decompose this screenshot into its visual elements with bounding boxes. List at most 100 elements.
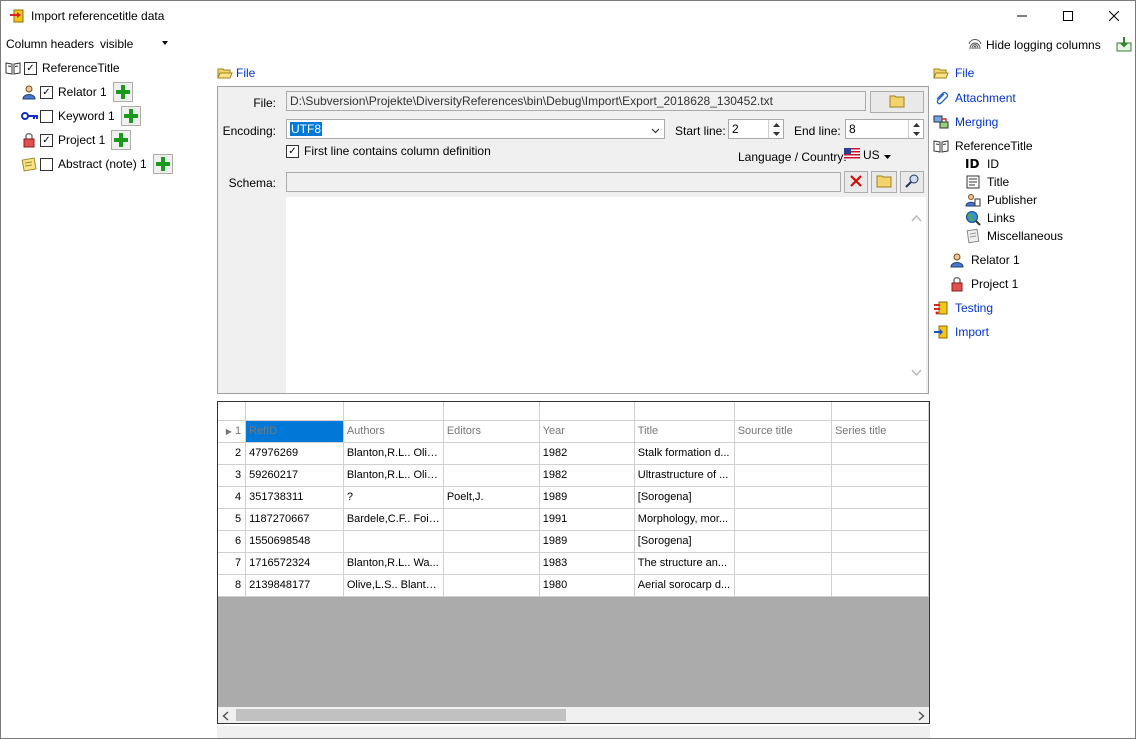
hide-logging-button[interactable]: Hide logging columns: [967, 36, 1101, 54]
open-schema-button[interactable]: [871, 171, 897, 193]
tree-item-checkbox[interactable]: ✓: [24, 61, 37, 75]
grid-cell[interactable]: 1983: [539, 552, 635, 575]
scroll-right-icon[interactable]: [918, 710, 925, 724]
spin-buttons[interactable]: [908, 120, 923, 138]
maximize-button[interactable]: [1045, 1, 1091, 31]
grid-cell[interactable]: 1550698548: [245, 530, 344, 553]
grid-cell[interactable]: [831, 442, 929, 465]
grid-cell[interactable]: Morphology, mor...: [634, 508, 735, 531]
export-icon[interactable]: [1115, 35, 1133, 53]
close-button[interactable]: [1091, 1, 1136, 31]
grid-cell[interactable]: 59260217: [245, 464, 344, 487]
grid-cell[interactable]: 1989: [539, 530, 635, 553]
browse-file-button[interactable]: [870, 91, 924, 113]
grid-cell[interactable]: Bardele,C.F.. Fois...: [343, 508, 444, 531]
horizontal-scrollbar[interactable]: [217, 707, 930, 724]
spin-up-icon[interactable]: [769, 120, 783, 129]
grid-cell[interactable]: [Sorogena]: [634, 486, 735, 509]
grid-cell[interactable]: 1982: [539, 442, 635, 465]
spin-down-icon[interactable]: [909, 129, 923, 138]
grid-cell[interactable]: [734, 486, 832, 509]
grid-cell[interactable]: Stalk formation d...: [634, 442, 735, 465]
spin-up-icon[interactable]: [909, 120, 923, 129]
grid-cell[interactable]: Ultrastructure of ...: [634, 464, 735, 487]
tree-item[interactable]: Abstract (note) 1: [21, 154, 173, 174]
grid-cell[interactable]: 1716572324: [245, 552, 344, 575]
tree-item-checkbox[interactable]: ✓: [40, 133, 53, 147]
scroll-down-icon[interactable]: [911, 365, 922, 379]
scroll-up-icon[interactable]: [911, 211, 922, 225]
grid-cell[interactable]: [443, 552, 540, 575]
grid-header-cell[interactable]: Year: [539, 420, 635, 443]
nav-item[interactable]: Testing: [933, 299, 993, 317]
add-button[interactable]: [152, 154, 173, 174]
tree-item[interactable]: Keyword 1: [21, 106, 141, 126]
grid-cell[interactable]: ?: [343, 486, 444, 509]
grid-cell[interactable]: [831, 508, 929, 531]
nav-item[interactable]: Attachment: [933, 89, 1016, 107]
grid-header-cell[interactable]: RefID: [245, 420, 344, 443]
grid-header-cell[interactable]: Series title: [831, 420, 929, 443]
grid-cell[interactable]: [734, 464, 832, 487]
grid-cell[interactable]: 47976269: [245, 442, 344, 465]
checkbox[interactable]: ✓: [286, 144, 299, 158]
table-row[interactable]: 3 59260217 Blanton,R.L.. Oliv... 1982 Ultras…: [218, 464, 929, 487]
scroll-left-icon[interactable]: [222, 710, 229, 724]
grid-cell[interactable]: [734, 508, 832, 531]
grid-cell[interactable]: [Sorogena]: [634, 530, 735, 553]
grid-cell[interactable]: [734, 530, 832, 553]
grid-header-cell[interactable]: Source title: [734, 420, 832, 443]
language-select[interactable]: US: [844, 148, 891, 162]
data-grid[interactable]: ▶ 1 RefID Authors Editors Year Title Source ti…: [217, 401, 930, 724]
grid-cell[interactable]: The structure an...: [634, 552, 735, 575]
grid-cell[interactable]: [343, 530, 444, 553]
grid-cell[interactable]: [831, 530, 929, 553]
nav-item[interactable]: Merging: [933, 113, 998, 131]
add-button[interactable]: [120, 106, 141, 126]
start-line-stepper[interactable]: 2: [728, 119, 784, 139]
grid-cell[interactable]: [443, 442, 540, 465]
table-row[interactable]: 4 351738311? Poelt,J. 1989 [Sorogena]: [218, 486, 929, 509]
grid-cell[interactable]: 1989: [539, 486, 635, 509]
grid-cell[interactable]: 1991: [539, 508, 635, 531]
end-line-stepper[interactable]: 8: [845, 119, 924, 139]
tree-item-checkbox[interactable]: [40, 109, 53, 123]
grid-cell[interactable]: 1980: [539, 574, 635, 597]
schema-field[interactable]: [286, 172, 841, 192]
grid-cell[interactable]: Olive,L.S.. Blanto...: [343, 574, 444, 597]
grid-cell[interactable]: 1187270667: [245, 508, 344, 531]
grid-cell[interactable]: [831, 464, 929, 487]
grid-cell[interactable]: [443, 574, 540, 597]
table-row[interactable]: 5 1187270667 Bardele,C.F.. Fois... 1991 Morp…: [218, 508, 929, 531]
grid-header-cell[interactable]: Editors: [443, 420, 540, 443]
table-row[interactable]: 6 1550698548 1989 [Sorogena]: [218, 530, 929, 553]
grid-cell[interactable]: 351738311: [245, 486, 344, 509]
table-row[interactable]: 7 1716572324 Blanton,R.L.. Wa... 1983 The st…: [218, 552, 929, 575]
clear-schema-button[interactable]: [844, 171, 868, 193]
grid-cell[interactable]: [831, 574, 929, 597]
grid-cell[interactable]: [443, 530, 540, 553]
grid-header-cell[interactable]: Authors: [343, 420, 444, 443]
grid-cell[interactable]: 1982: [539, 464, 635, 487]
table-row[interactable]: 2 47976269 Blanton,R.L.. Oliv... 1982 Stalk …: [218, 442, 929, 465]
column-headers-select[interactable]: visible: [97, 34, 171, 54]
add-button[interactable]: [112, 82, 133, 102]
grid-cell[interactable]: [734, 442, 832, 465]
grid-cell[interactable]: Blanton,R.L.. Oliv...: [343, 442, 444, 465]
nav-item[interactable]: Import: [933, 323, 989, 341]
scroll-thumb[interactable]: [236, 709, 566, 721]
spin-down-icon[interactable]: [769, 129, 783, 138]
grid-cell[interactable]: [734, 552, 832, 575]
file-section-heading[interactable]: File: [217, 64, 255, 82]
tree-item[interactable]: ✓ Relator 1: [21, 82, 133, 102]
encoding-select[interactable]: UTF8: [286, 119, 665, 139]
grid-cell[interactable]: [831, 486, 929, 509]
first-line-checkbox[interactable]: ✓ First line contains column definition: [286, 144, 491, 158]
grid-cell[interactable]: 2139848177: [245, 574, 344, 597]
grid-cell[interactable]: [443, 464, 540, 487]
schema-text-area[interactable]: [286, 197, 926, 393]
nav-item[interactable]: File: [933, 64, 974, 82]
grid-cell[interactable]: Blanton,R.L.. Wa...: [343, 552, 444, 575]
tree-item[interactable]: ✓ ReferenceTitle: [5, 58, 120, 78]
add-button[interactable]: [111, 130, 132, 150]
